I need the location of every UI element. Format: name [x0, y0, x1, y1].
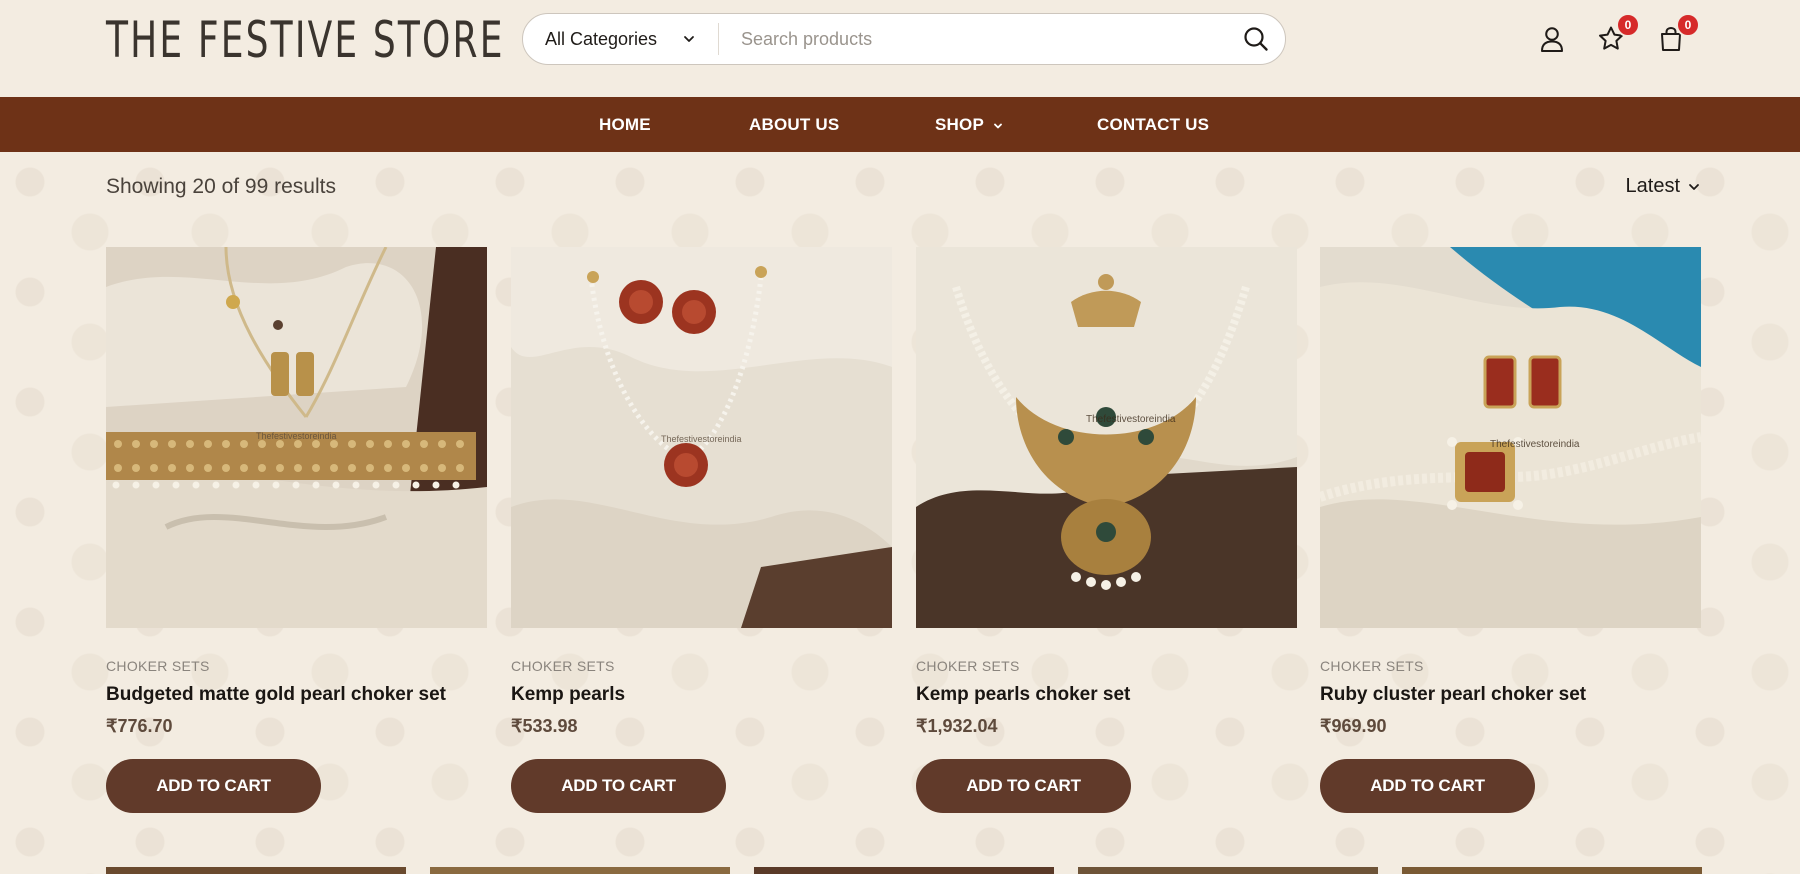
product-price: ₹533.98	[511, 716, 578, 736]
search-bar: All Categories	[522, 13, 1286, 65]
cart-count-badge: 0	[1676, 13, 1700, 37]
sort-dropdown[interactable]: Latest	[1626, 175, 1700, 198]
product-image-partial[interactable]	[430, 867, 730, 874]
account-button[interactable]	[1537, 24, 1567, 54]
site-logo[interactable]: THE FESTIVE STORE	[106, 10, 505, 70]
nav-item-shop-label: SHOP	[935, 115, 984, 134]
cart-button[interactable]: 0	[1656, 13, 1700, 54]
product-category[interactable]: CHOKER SETS	[916, 658, 1297, 674]
product-title[interactable]: Kemp pearls choker set	[916, 684, 1297, 706]
chevron-down-icon	[1689, 183, 1699, 190]
product-category[interactable]: CHOKER SETS	[511, 658, 892, 674]
nav-item-home[interactable]: HOME	[599, 97, 651, 152]
site-header: THE FESTIVE STORE All Categories 0	[0, 0, 1800, 97]
product-image-partial[interactable]	[106, 867, 406, 874]
product-category[interactable]: CHOKER SETS	[1320, 658, 1701, 674]
category-select[interactable]: All Categories	[523, 23, 719, 55]
product-card: Thefestivestoreindia CHOKER SETS Kemp pe…	[511, 247, 892, 813]
product-image[interactable]: Thefestivestoreindia	[511, 247, 892, 628]
product-price: ₹1,932.04	[916, 716, 998, 736]
add-to-cart-button[interactable]: ADD TO CART	[106, 759, 321, 813]
results-count: Showing 20 of 99 results	[106, 175, 336, 198]
search-input[interactable]	[719, 14, 1227, 64]
wishlist-count-badge: 0	[1616, 13, 1640, 37]
chevron-down-icon	[993, 123, 1002, 128]
product-title[interactable]: Kemp pearls	[511, 684, 892, 706]
add-to-cart-button[interactable]: ADD TO CART	[511, 759, 726, 813]
product-image[interactable]: Thefestivestoreindia	[916, 247, 1297, 628]
chevron-down-icon	[684, 36, 694, 42]
product-price: ₹776.70	[106, 716, 173, 736]
nav-item-about-us[interactable]: ABOUT US	[749, 97, 839, 152]
nav-item-shop[interactable]: SHOP	[935, 97, 1003, 152]
product-image-partial[interactable]	[1078, 867, 1378, 874]
user-icon	[1541, 27, 1563, 52]
product-title[interactable]: Ruby cluster pearl choker set	[1320, 684, 1701, 706]
product-image[interactable]: Thefestivestoreindia	[106, 247, 487, 628]
wishlist-button[interactable]: 0	[1596, 13, 1640, 54]
search-icon	[1244, 27, 1268, 51]
search-button[interactable]	[1227, 14, 1285, 64]
nav-item-contact-us[interactable]: CONTACT US	[1097, 97, 1209, 152]
add-to-cart-button[interactable]: ADD TO CART	[916, 759, 1131, 813]
image-watermark: Thefestivestoreindia	[1086, 414, 1176, 425]
product-card: Thefestivestoreindia CHOKER SETS Budgete…	[106, 247, 487, 813]
main-navigation: HOME ABOUT US SHOP CONTACT US	[0, 97, 1800, 152]
product-card: Thefestivestoreindia CHOKER SETS Ruby cl…	[1320, 247, 1701, 813]
sort-label: Latest	[1625, 175, 1680, 197]
product-title[interactable]: Budgeted matte gold pearl choker set	[106, 684, 487, 706]
image-watermark: Thefestivestoreindia	[256, 431, 337, 441]
add-to-cart-button[interactable]: ADD TO CART	[1320, 759, 1535, 813]
category-select-label: All Categories	[545, 28, 658, 49]
product-image[interactable]: Thefestivestoreindia	[1320, 247, 1701, 628]
product-category[interactable]: CHOKER SETS	[106, 658, 487, 674]
product-price: ₹969.90	[1320, 716, 1387, 736]
product-image-partial[interactable]	[754, 867, 1054, 874]
product-image-partial[interactable]	[1402, 867, 1702, 874]
product-card: Thefestivestoreindia CHOKER SETS Kemp pe…	[916, 247, 1297, 813]
image-watermark: Thefestivestoreindia	[661, 434, 742, 444]
image-watermark: Thefestivestoreindia	[1490, 439, 1580, 450]
